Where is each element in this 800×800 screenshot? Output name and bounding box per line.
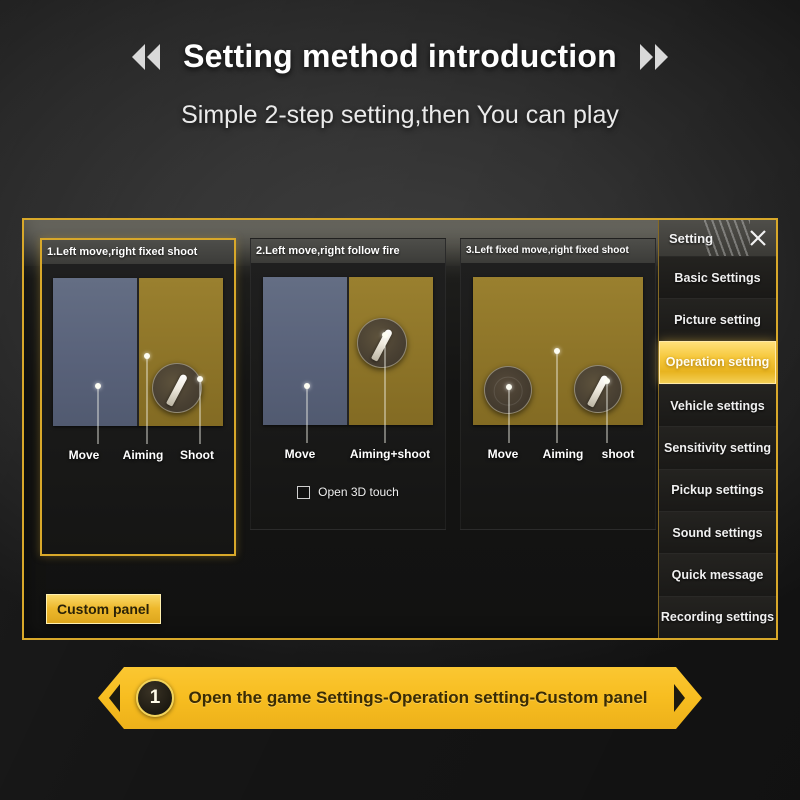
move-leader-line	[97, 386, 99, 444]
page-subtitle: Simple 2-step setting,then You can play	[181, 101, 619, 129]
control-scheme-card-3[interactable]: 3.Left fixed move,right fixed shoot Move…	[460, 238, 656, 530]
label-aiming: Aiming	[542, 447, 584, 461]
screen-preview	[53, 278, 223, 426]
move-marker-dot	[95, 383, 101, 389]
label-shoot: shoot	[601, 447, 635, 461]
menu-item-pickup-settings[interactable]: Pickup settings	[659, 468, 776, 511]
aiming-marker-dot	[554, 348, 560, 354]
triangle-right-icon	[662, 682, 696, 714]
aim-shoot-leader-line	[384, 335, 386, 443]
settings-header-title: Setting	[669, 230, 714, 246]
menu-item-recording-settings[interactable]: Recording settings	[659, 595, 776, 638]
move-leader-line	[508, 387, 510, 443]
double-chevron-right-icon	[637, 42, 671, 72]
card-labels: Move Aiming Shoot	[42, 448, 234, 462]
label-aiming-shoot: Aiming+shoot	[349, 447, 431, 461]
menu-item-sound-settings[interactable]: Sound settings	[659, 510, 776, 554]
open-3d-touch-checkbox[interactable]	[297, 485, 311, 499]
move-zone-blue	[53, 278, 137, 426]
shoot-marker-dot	[197, 376, 203, 382]
settings-header: Setting	[659, 220, 776, 256]
shoot-button-circle	[152, 363, 202, 413]
control-scheme-card-1[interactable]: 1.Left move,right fixed shoot Move Aimin…	[40, 238, 236, 556]
open-3d-touch-row[interactable]: Open 3D touch	[251, 485, 445, 499]
aiming-leader-line	[146, 356, 148, 444]
close-x-icon[interactable]	[748, 228, 768, 248]
move-marker-dot	[506, 384, 512, 390]
label-move: Move	[284, 447, 316, 461]
move-zone-blue	[263, 277, 347, 425]
aiming-leader-line	[556, 351, 558, 443]
menu-item-vehicle-settings[interactable]: Vehicle settings	[659, 383, 776, 427]
menu-item-basic-settings[interactable]: Basic Settings	[659, 256, 776, 299]
move-marker-dot	[304, 383, 310, 389]
card-title: 2.Left move,right follow fire	[251, 239, 445, 263]
step-banner-text: Open the game Settings-Operation setting…	[188, 688, 648, 707]
card-body: Move Aiming Shoot	[42, 278, 234, 462]
custom-panel-button[interactable]: Custom panel	[46, 594, 161, 624]
screen-preview	[263, 277, 433, 425]
menu-item-operation-setting[interactable]: Operation setting	[659, 340, 776, 384]
aim-shoot-circle	[357, 318, 407, 368]
control-scheme-cards: 1.Left move,right fixed shoot Move Aimin…	[40, 238, 660, 598]
shoot-marker-dot	[604, 378, 610, 384]
settings-sidebar: Setting Basic Settings Picture setting O…	[658, 220, 776, 638]
label-move: Move	[68, 448, 100, 462]
step-number-badge: 1	[136, 679, 174, 717]
title-row: Setting method introduction	[0, 38, 800, 75]
aiming-marker-dot	[144, 353, 150, 359]
step-banner: 1 Open the game Settings-Operation setti…	[98, 667, 702, 729]
label-move: Move	[487, 447, 519, 461]
aim-shoot-marker-dot	[382, 332, 388, 338]
finger-icon	[165, 373, 189, 407]
menu-item-sensitivity-setting[interactable]: Sensitivity setting	[659, 426, 776, 469]
triangle-left-icon	[98, 682, 132, 714]
page-title: Setting method introduction	[183, 38, 617, 74]
card-labels: Move Aiming shoot	[461, 447, 655, 461]
card-title: 1.Left move,right fixed shoot	[42, 240, 234, 264]
card-labels: Move Aiming+shoot	[251, 447, 445, 461]
menu-item-quick-message[interactable]: Quick message	[659, 553, 776, 596]
page-header: Setting method introduction Simple 2-ste…	[0, 38, 800, 130]
shoot-button-circle	[574, 365, 622, 413]
card-body: Move Aiming shoot	[461, 277, 655, 461]
move-leader-line	[306, 386, 308, 443]
menu-item-picture-setting[interactable]: Picture setting	[659, 298, 776, 341]
card-title: 3.Left fixed move,right fixed shoot	[461, 239, 655, 263]
screenshot-root: Setting method introduction Simple 2-ste…	[0, 0, 800, 800]
game-settings-panel: 1.Left move,right fixed shoot Move Aimin…	[22, 218, 778, 640]
control-scheme-card-2[interactable]: 2.Left move,right follow fire Move Aimin…	[250, 238, 446, 530]
open-3d-touch-label: Open 3D touch	[318, 485, 399, 499]
card-body: Move Aiming+shoot Open 3D touch	[251, 277, 445, 499]
double-chevron-left-icon	[129, 42, 163, 72]
shoot-leader-line	[199, 379, 201, 444]
label-aiming: Aiming	[122, 448, 164, 462]
shoot-leader-line	[606, 381, 608, 443]
label-shoot: Shoot	[180, 448, 214, 462]
settings-menu-list: Basic Settings Picture setting Operation…	[659, 256, 776, 638]
